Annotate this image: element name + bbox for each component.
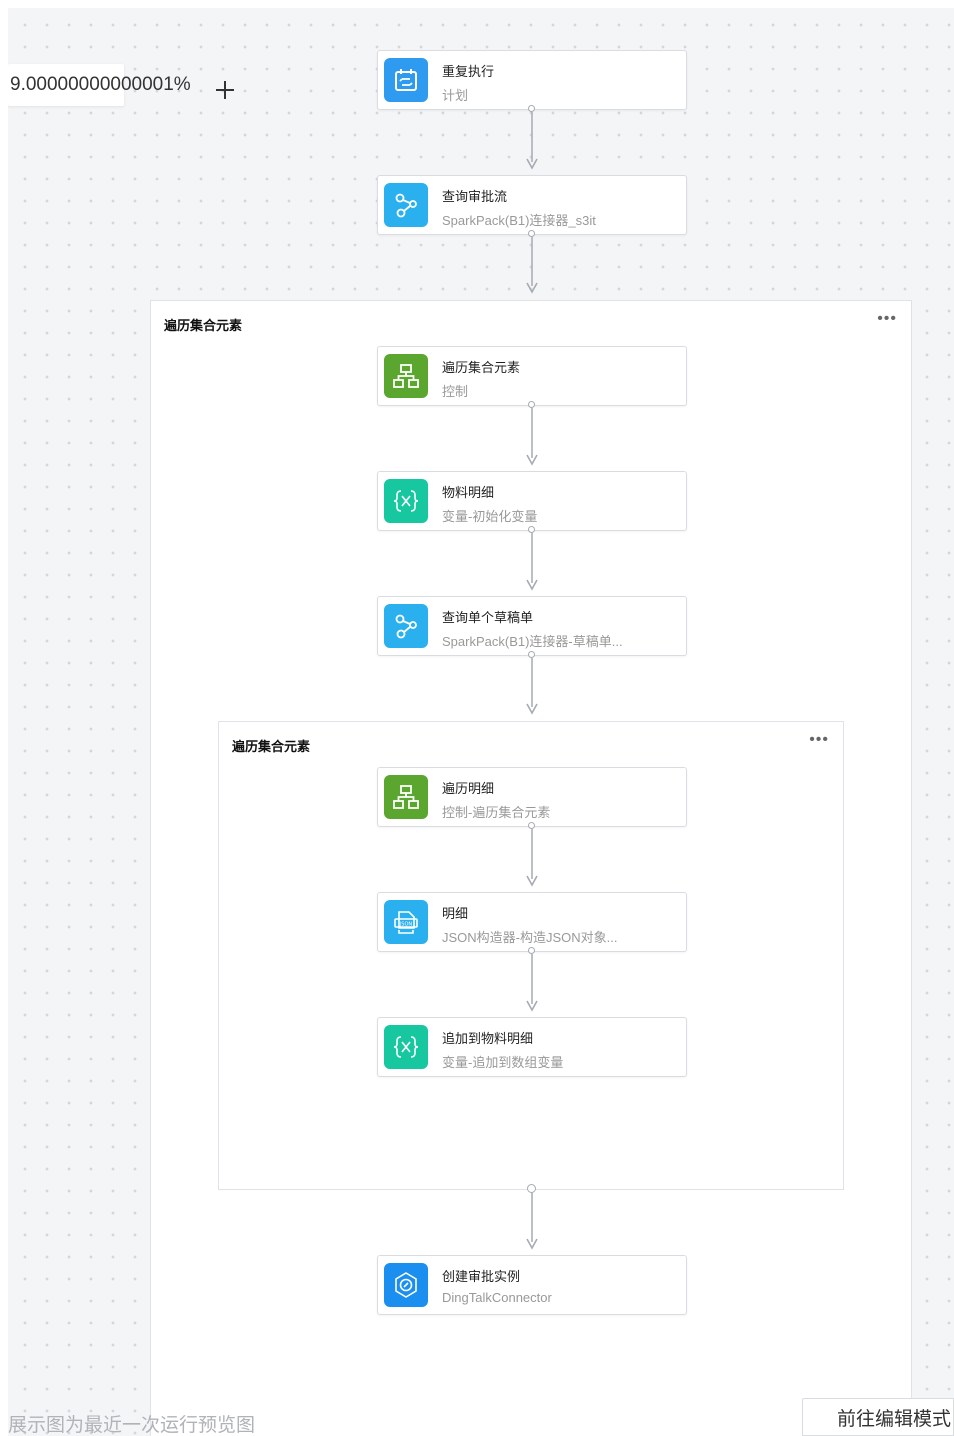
node-output-port[interactable] bbox=[528, 526, 535, 533]
node-subtitle: 变量-追加到数组变量 bbox=[442, 1055, 564, 1070]
node-subtitle: 计划 bbox=[442, 88, 469, 103]
node-subtitle: 控制 bbox=[442, 384, 469, 399]
flow-node-append-material[interactable]: 追加到物料明细 变量-追加到数组变量 bbox=[377, 1017, 687, 1077]
node-subtitle: SparkPack(B1)连接器_s3it bbox=[442, 213, 596, 228]
flow-node-loop-outer[interactable]: 遍历集合元素 控制 bbox=[377, 346, 687, 406]
node-output-port[interactable] bbox=[528, 230, 535, 237]
node-title: 遍历明细 bbox=[442, 781, 495, 796]
flow-node-material-detail[interactable]: 物料明细 变量-初始化变量 bbox=[377, 471, 687, 531]
calendar-repeat-icon bbox=[384, 58, 428, 102]
dingtalk-icon bbox=[384, 1263, 428, 1307]
node-subtitle: 变量-初始化变量 bbox=[442, 509, 538, 524]
node-title: 查询审批流 bbox=[442, 189, 508, 204]
group-output-port[interactable] bbox=[527, 1184, 536, 1193]
node-subtitle: JSON构造器-构造JSON对象... bbox=[442, 930, 618, 945]
node-output-port[interactable] bbox=[528, 401, 535, 408]
node-title: 遍历集合元素 bbox=[442, 360, 521, 375]
node-title: 创建审批实例 bbox=[442, 1269, 521, 1284]
flow-node-loop-inner[interactable]: 遍历明细 控制-遍历集合元素 bbox=[377, 767, 687, 827]
connector-icon bbox=[384, 604, 428, 648]
preview-note: 展示图为最近一次运行预览图 bbox=[8, 1415, 256, 1436]
flow-node-query-draft[interactable]: 查询单个草稿单 SparkPack(B1)连接器-草稿单... bbox=[377, 596, 687, 656]
flow-node-query-approval[interactable]: 查询审批流 SparkPack(B1)连接器_s3it bbox=[377, 175, 687, 235]
go-to-edit-mode-button[interactable]: 前往编辑模式 bbox=[802, 1398, 954, 1436]
node-output-port[interactable] bbox=[528, 105, 535, 112]
flow-node-repeat[interactable]: 重复执行 计划 bbox=[377, 50, 687, 110]
variable-icon bbox=[384, 1025, 428, 1069]
node-output-port[interactable] bbox=[528, 822, 535, 829]
node-subtitle: 控制-遍历集合元素 bbox=[442, 805, 551, 820]
node-title: 查询单个草稿单 bbox=[442, 610, 534, 625]
node-title: 追加到物料明细 bbox=[442, 1031, 534, 1046]
node-output-port[interactable] bbox=[528, 947, 535, 954]
json-builder-icon: JSON bbox=[384, 900, 428, 944]
hierarchy-icon bbox=[384, 775, 428, 819]
node-subtitle: SparkPack(B1)连接器-草稿单... bbox=[442, 634, 623, 649]
node-subtitle: DingTalkConnector bbox=[442, 1290, 552, 1305]
svg-text:JSON: JSON bbox=[399, 922, 413, 928]
node-title: 物料明细 bbox=[442, 485, 495, 500]
node-output-port[interactable] bbox=[528, 651, 535, 658]
node-title: 明细 bbox=[442, 906, 469, 921]
node-title: 重复执行 bbox=[442, 64, 495, 79]
flow-node-json-detail[interactable]: JSON 明细 JSON构造器-构造JSON对象... bbox=[377, 892, 687, 952]
variable-icon bbox=[384, 479, 428, 523]
flow-canvas[interactable]: 9.00000000000001% 遍历集合元素 ••• 遍历集合元素 ••• … bbox=[8, 8, 954, 1436]
flow-node-create-approval[interactable]: 创建审批实例 DingTalkConnector bbox=[377, 1255, 687, 1315]
connector-icon bbox=[384, 183, 428, 227]
hierarchy-icon bbox=[384, 354, 428, 398]
